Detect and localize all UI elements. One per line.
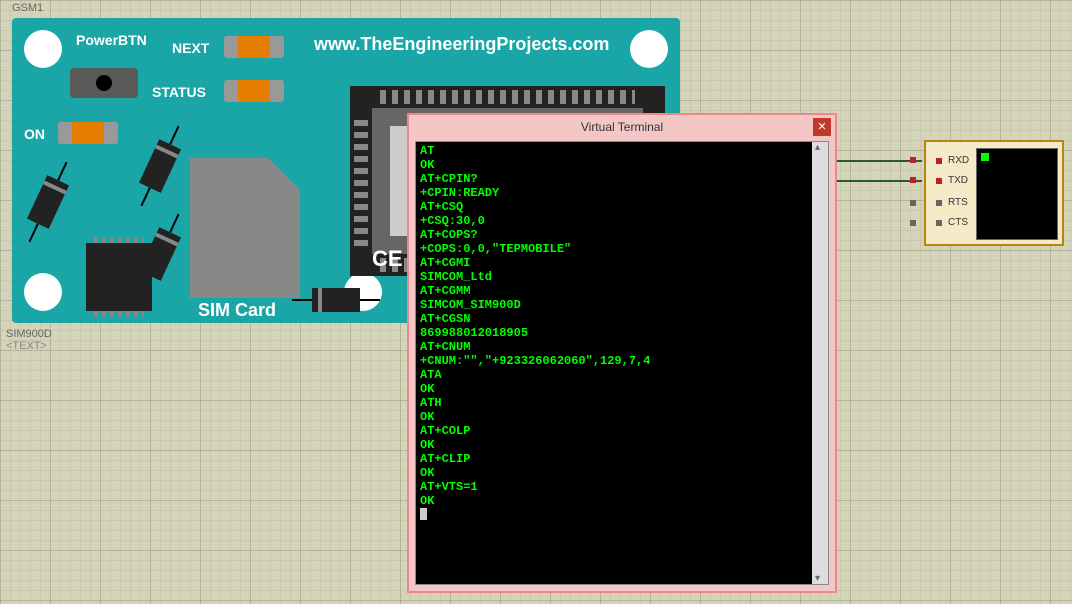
url-text: www.TheEngineeringProjects.com [314, 34, 609, 55]
component-ref-label: GSM1 [12, 2, 43, 14]
on-label: ON [24, 126, 45, 142]
simcard-label: SIM Card [198, 300, 276, 321]
mounting-hole-tr [630, 30, 668, 68]
terminal-cursor [420, 508, 427, 520]
pin-label-rts: RTS [948, 197, 968, 208]
powerbtn-label: PowerBTN [76, 32, 147, 48]
mounting-hole-bl [24, 273, 62, 311]
status-led [224, 80, 284, 102]
power-button[interactable] [70, 68, 138, 98]
node-cts [910, 220, 916, 226]
status-label: STATUS [152, 84, 206, 100]
virtual-terminal-title-text: Virtual Terminal [581, 120, 663, 134]
next-led [224, 36, 284, 58]
serial-terminal-component[interactable]: RXD TXD RTS CTS [924, 140, 1064, 246]
close-icon: ✕ [817, 121, 826, 133]
component-part-label: SIM900D [6, 328, 52, 340]
diode-d1 [19, 157, 78, 247]
pin-label-rxd: RXD [948, 155, 969, 166]
sim-card-slot[interactable] [190, 158, 300, 298]
pin-square-rxd [936, 158, 942, 164]
virtual-terminal-output[interactable]: AT OK AT+CPIN? +CPIN:READY AT+CSQ +CSQ:3… [418, 142, 812, 584]
virtual-terminal-titlebar[interactable]: Virtual Terminal ✕ [409, 115, 835, 139]
mounting-hole-tl [24, 30, 62, 68]
terminal-scrollbar[interactable] [812, 142, 828, 584]
pin-label-cts: CTS [948, 217, 968, 228]
ic-chip-small [86, 243, 152, 311]
component-value-label: <TEXT> [6, 340, 47, 352]
virtual-terminal-window[interactable]: Virtual Terminal ✕ AT OK AT+CPIN? +CPIN:… [407, 113, 837, 593]
node-txd [910, 177, 916, 183]
next-label: NEXT [172, 40, 209, 56]
pin-square-rts [936, 200, 942, 206]
pin-square-txd [936, 178, 942, 184]
close-button[interactable]: ✕ [813, 118, 831, 136]
diode-d2 [131, 121, 190, 211]
pin-label-txd: TXD [948, 175, 968, 186]
pin-square-cts [936, 220, 942, 226]
node-rts [910, 200, 916, 206]
node-rxd [910, 157, 916, 163]
diode-d4 [292, 288, 380, 312]
virtual-terminal-body[interactable]: AT OK AT+CPIN? +CPIN:READY AT+CSQ +CSQ:3… [415, 141, 829, 585]
on-led [58, 122, 118, 144]
serial-mini-screen [976, 148, 1058, 240]
ce-marking: CE [372, 246, 403, 272]
